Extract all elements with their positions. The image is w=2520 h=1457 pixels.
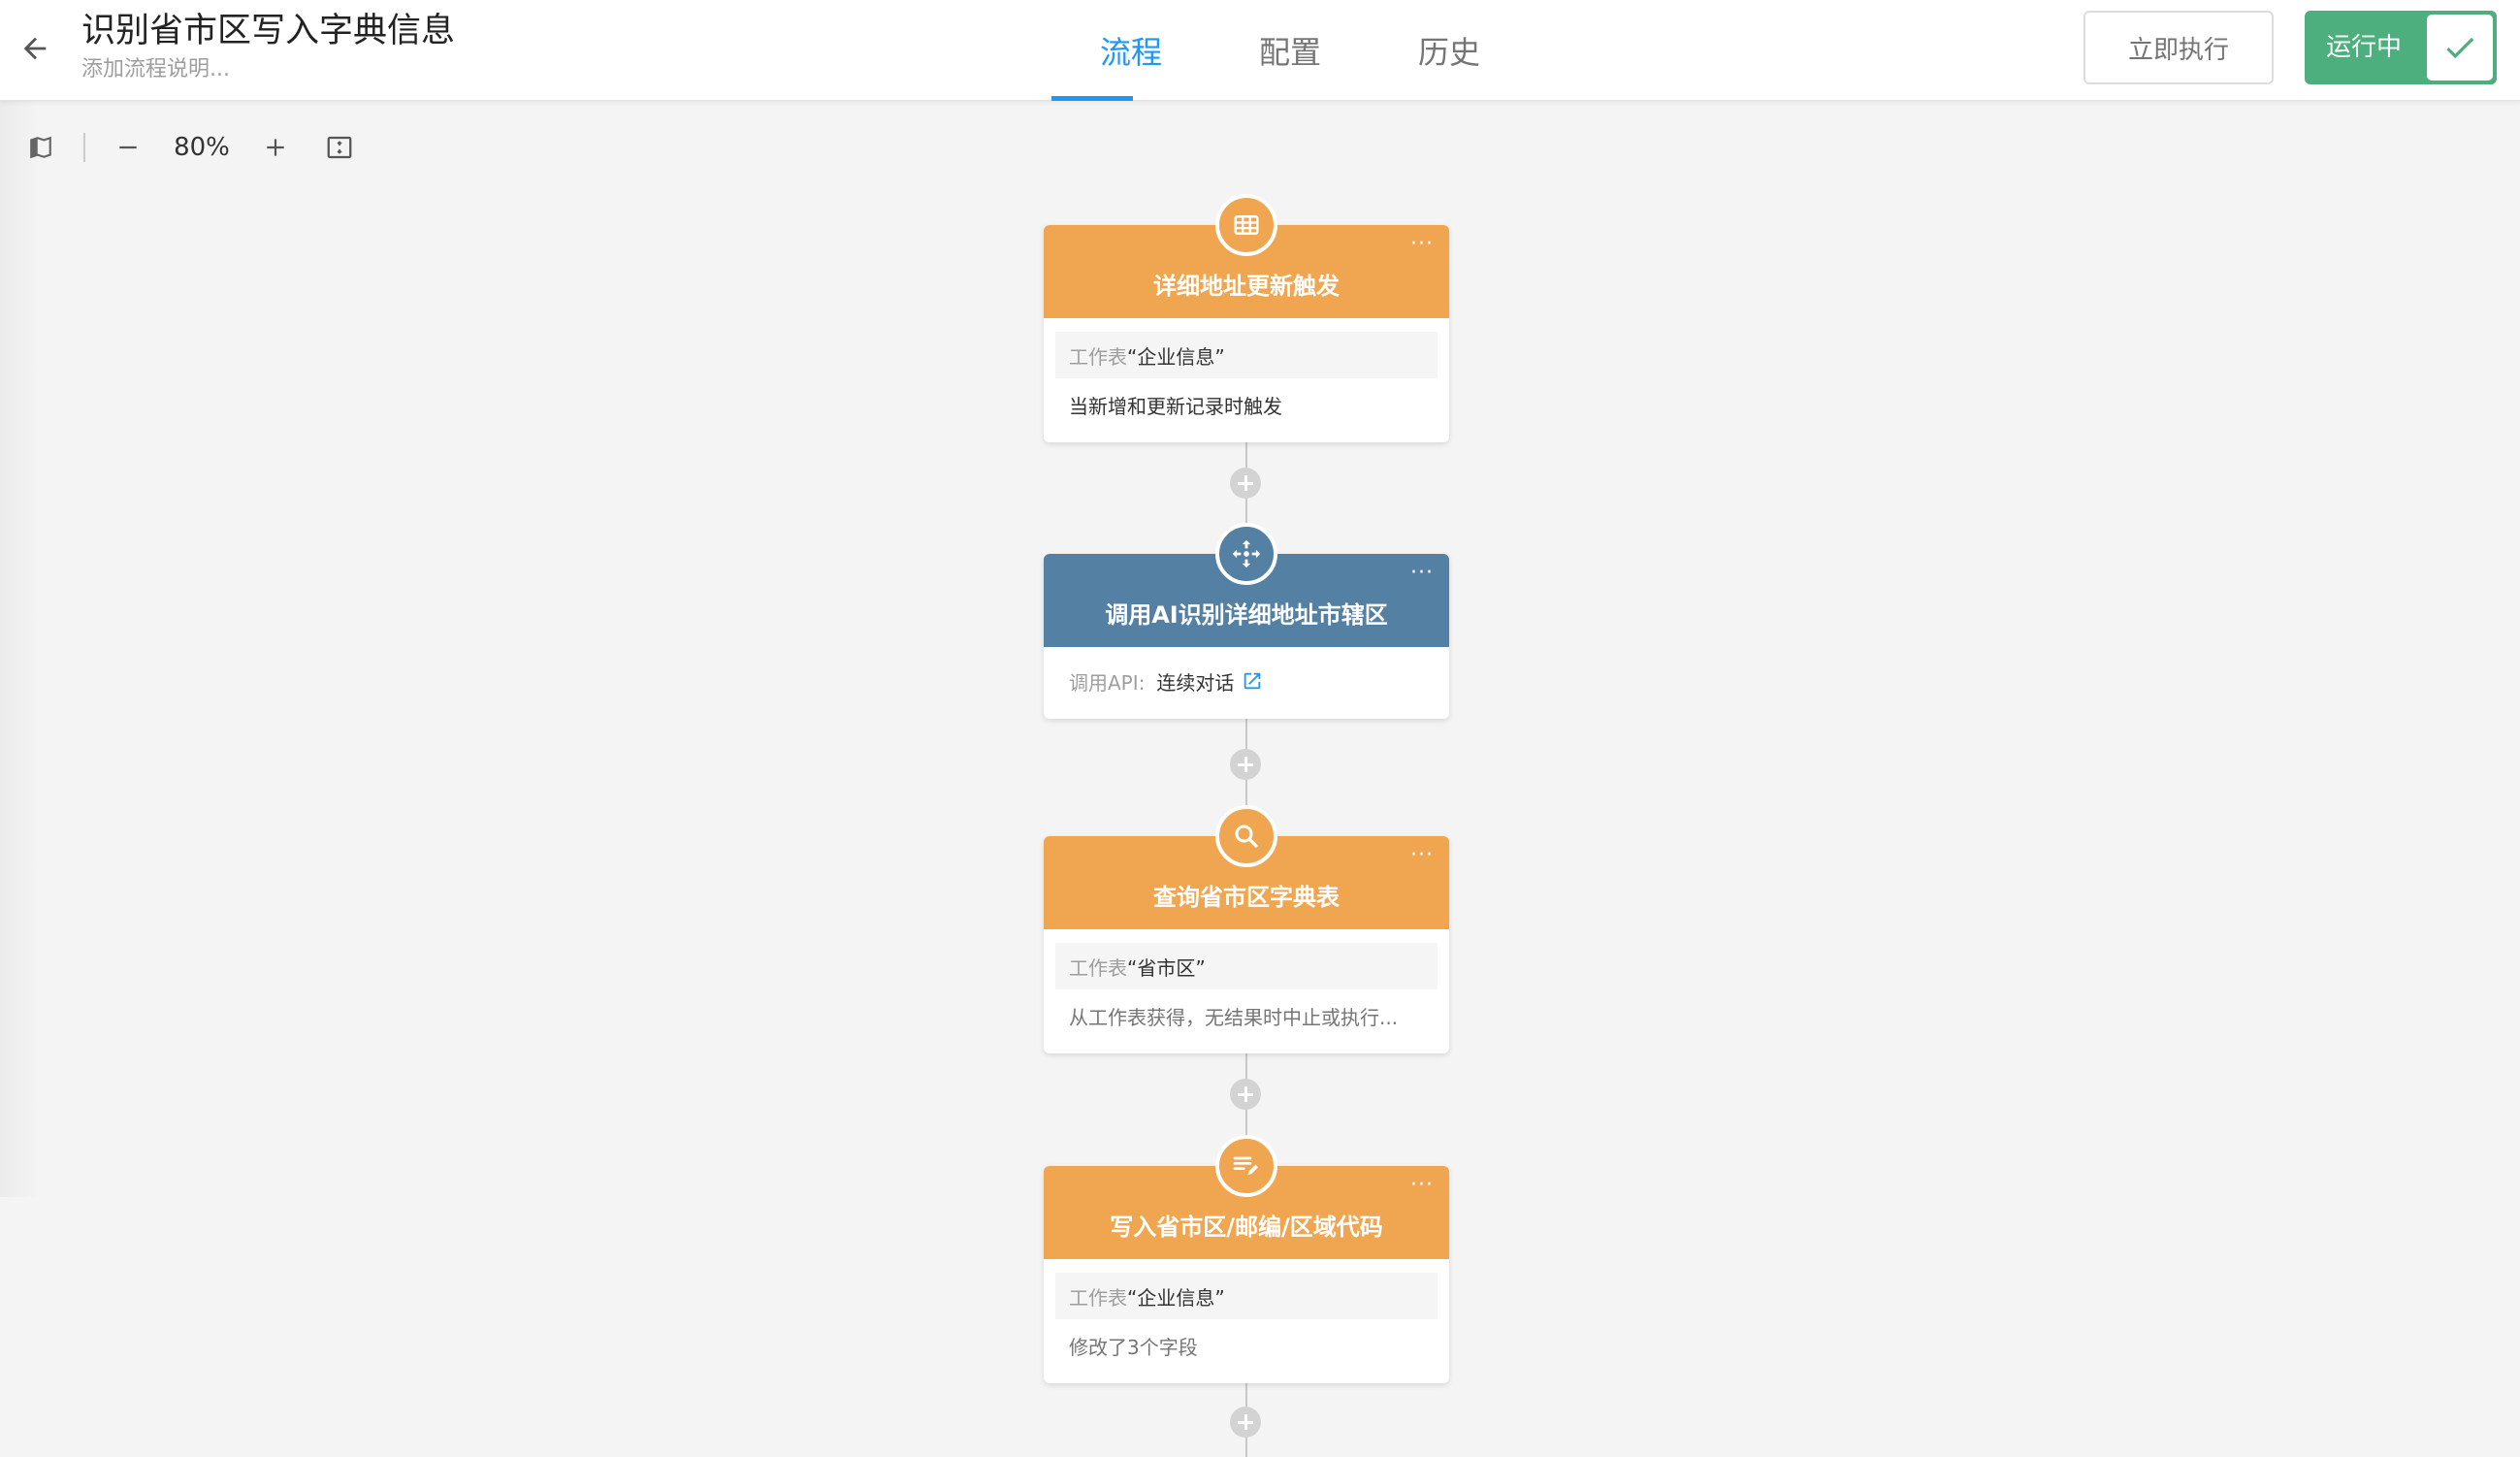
worksheet-name: “省市区” [1127,955,1206,980]
open-link-button[interactable] [1242,670,1263,692]
zoom-level: 80% [174,133,230,162]
arrow-left-icon [23,37,47,60]
api-label: 调用API: [1069,670,1146,695]
node-body: 调用API: 连续对话 [1044,647,1449,719]
node-header: ··· 查询省市区字典表 [1044,805,1449,929]
external-link-icon [1244,672,1261,690]
node-title: 写入省市区/邮编/区域代码 [1110,1214,1383,1241]
zoom-in-button[interactable] [254,126,297,169]
search-icon [1235,825,1258,848]
flow-node-query[interactable]: ··· 查询省市区字典表 工作表 “省市区” 从工作表获得，无结果时中止或执行..… [1044,805,1449,1053]
node-body: 工作表 “省市区” 从工作表获得，无结果时中止或执行... [1044,929,1449,1053]
node-header: ··· 调用AI识别详细地址市辖区 [1044,523,1449,647]
flow-node-update[interactable]: ··· 写入省市区/邮编/区域代码 工作表 “企业信息” 修改了3个字段 [1044,1135,1449,1383]
api-move-icon [1232,539,1261,568]
add-node-button[interactable] [1230,1407,1261,1438]
more-menu-button[interactable]: ··· [1410,234,1434,255]
worksheet-row: 工作表 “企业信息” [1055,332,1438,378]
more-menu-button[interactable]: ··· [1410,845,1434,866]
table-icon [1234,215,1259,235]
toolbar-divider [83,133,85,162]
worksheet-label: 工作表 [1069,955,1127,980]
node-detail: 当新增和更新记录时触发 [1069,394,1282,418]
map-icon [30,136,51,159]
back-button[interactable] [14,27,56,70]
add-node-button[interactable] [1230,468,1261,499]
more-menu-button[interactable]: ··· [1410,563,1434,584]
tab-flow[interactable]: 流程 [1051,0,1211,101]
more-menu-button[interactable]: ··· [1410,1175,1434,1196]
worksheet-name: “企业信息” [1127,1285,1225,1310]
node-detail: 从工作表获得，无结果时中止或执行... [1069,1005,1399,1029]
zoom-out-button[interactable] [107,126,149,169]
node-title: 详细地址更新触发 [1153,273,1340,300]
node-icon-badge [1215,805,1277,867]
toggle-knob [2427,15,2493,81]
run-now-button[interactable]: 立即执行 [2084,11,2274,84]
fit-screen-button[interactable] [318,126,361,169]
node-header: ··· 写入省市区/邮编/区域代码 [1044,1135,1449,1259]
add-node-button[interactable] [1230,1079,1261,1110]
tab-history[interactable]: 历史 [1370,0,1529,101]
api-name: 连续对话 [1156,670,1235,695]
flow-node-trigger[interactable]: ··· 详细地址更新触发 工作表 “企业信息” 当新增和更新记录时触发 [1044,194,1449,442]
worksheet-label: 工作表 [1069,344,1127,369]
add-node-button[interactable] [1230,749,1261,780]
check-icon [2446,37,2474,59]
node-detail: 修改了3个字段 [1069,1335,1198,1359]
title-block: 识别省市区写入字典信息 添加流程说明... [81,10,455,85]
minimap-button[interactable] [19,126,62,169]
page-title[interactable]: 识别省市区写入字典信息 [81,10,455,52]
zoom-out-icon [119,146,137,149]
node-body: 工作表 “企业信息” 当新增和更新记录时触发 [1044,318,1449,442]
worksheet-label: 工作表 [1069,1285,1127,1310]
tab-config[interactable]: 配置 [1211,0,1370,101]
node-body: 工作表 “企业信息” 修改了3个字段 [1044,1259,1449,1383]
status-label: 运行中 [2326,33,2403,62]
edit-list-icon [1233,1156,1258,1176]
canvas-toolbar: 80% [19,122,361,173]
zoom-in-icon [267,139,284,156]
worksheet-row: 工作表 “省市区” [1055,943,1438,989]
worksheet-name: “企业信息” [1127,344,1225,369]
fit-screen-icon [327,136,352,159]
top-bar: 识别省市区写入字典信息 添加流程说明... 流程 配置 历史 立即执行 运行中 [0,0,2520,101]
node-title: 调用AI识别详细地址市辖区 [1105,601,1388,629]
status-toggle[interactable]: 运行中 [2305,11,2497,84]
left-panel-edge [0,101,39,1197]
api-row: 调用API: 连续对话 [1055,655,1438,707]
node-icon-badge [1215,523,1277,585]
node-title: 查询省市区字典表 [1153,884,1340,911]
node-icon-badge [1215,1135,1277,1197]
node-header: ··· 详细地址更新触发 [1044,194,1449,318]
worksheet-row: 工作表 “企业信息” [1055,1273,1438,1319]
description-field[interactable]: 添加流程说明... [81,54,455,85]
node-icon-badge [1215,194,1277,256]
flow-node-api[interactable]: ··· 调用AI识别详细地址市辖区 调用API: 连续对话 [1044,523,1449,719]
tab-bar: 流程 配置 历史 [1051,0,1529,101]
